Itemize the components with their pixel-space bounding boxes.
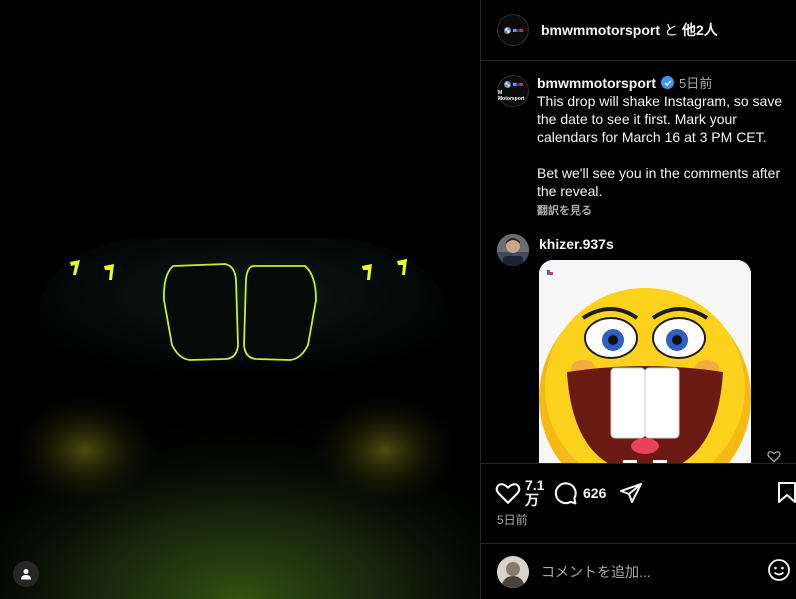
comment-input[interactable]: [541, 563, 771, 580]
caption-time[interactable]: 5日前: [679, 73, 712, 92]
post-header: bmwmmotorsport と 他2人: [481, 0, 796, 61]
header-title: bmwmmotorsport と 他2人: [541, 20, 718, 40]
action-bar: 7.1 万 626 5日前: [481, 463, 796, 543]
share-icon: [620, 483, 643, 503]
emoji-icon: [768, 559, 790, 581]
post-time[interactable]: 5日前: [497, 511, 528, 528]
header-username[interactable]: bmwmmotorsport: [541, 22, 660, 38]
comment-count[interactable]: 626: [583, 485, 606, 501]
emoji-button[interactable]: [767, 558, 791, 587]
comment-like-button[interactable]: [767, 450, 781, 463]
verified-icon: [661, 76, 674, 89]
heart-icon: [767, 451, 781, 463]
bmw-m-logo-icon: [503, 80, 523, 88]
caption-avatar[interactable]: M Motorsport: [497, 75, 529, 107]
like-button[interactable]: 7.1 万: [495, 478, 544, 508]
user-tag-icon: [21, 569, 31, 580]
user-tag-button[interactable]: [13, 561, 39, 587]
save-button[interactable]: [777, 481, 796, 508]
bookmark-icon: [778, 482, 796, 503]
bmw-m-logo-icon: [503, 26, 523, 34]
caption: M Motorsport bmwmmotorsport 5日前 This dro…: [497, 73, 787, 218]
translate-link[interactable]: 翻訳を見る: [537, 202, 785, 218]
author-avatar[interactable]: [497, 14, 529, 46]
comment-button[interactable]: 626: [553, 481, 606, 506]
post-media[interactable]: [0, 0, 480, 599]
share-button[interactable]: [618, 481, 644, 505]
like-count[interactable]: 7.1 万: [525, 478, 544, 508]
caption-meta: bmwmmotorsport 5日前: [537, 73, 785, 92]
current-user-avatar: [497, 555, 529, 588]
comments-list[interactable]: M Motorsport bmwmmotorsport 5日前 This dro…: [481, 61, 796, 463]
comment-item: khizer.937s: [497, 234, 787, 463]
post-sidebar: bmwmmotorsport と 他2人 M Motorsport bmwmmo…: [480, 0, 796, 599]
comment-composer: [481, 543, 796, 599]
instagram-post-view: bmwmmotorsport と 他2人 M Motorsport bmwmmo…: [0, 0, 796, 599]
header-connector: と: [664, 22, 678, 38]
laughing-emoji-icon: [539, 260, 751, 463]
caption-text: This drop will shake Instagram, so save …: [537, 93, 783, 199]
header-others[interactable]: 他2人: [682, 20, 718, 40]
caption-body: bmwmmotorsport 5日前 This drop will shake …: [537, 73, 785, 218]
caption-username[interactable]: bmwmmotorsport: [537, 75, 656, 91]
action-buttons: 7.1 万 626: [495, 478, 644, 508]
comment-gif[interactable]: [539, 260, 751, 463]
heart-icon: [495, 483, 521, 505]
post-image-car-grille: [0, 0, 480, 599]
avatar-logo-text: M Motorsport: [498, 89, 525, 102]
comment-username[interactable]: khizer.937s: [539, 236, 751, 252]
commenter-avatar[interactable]: [497, 234, 529, 266]
comment-icon: [554, 481, 577, 504]
comment-body: khizer.937s: [539, 234, 751, 463]
